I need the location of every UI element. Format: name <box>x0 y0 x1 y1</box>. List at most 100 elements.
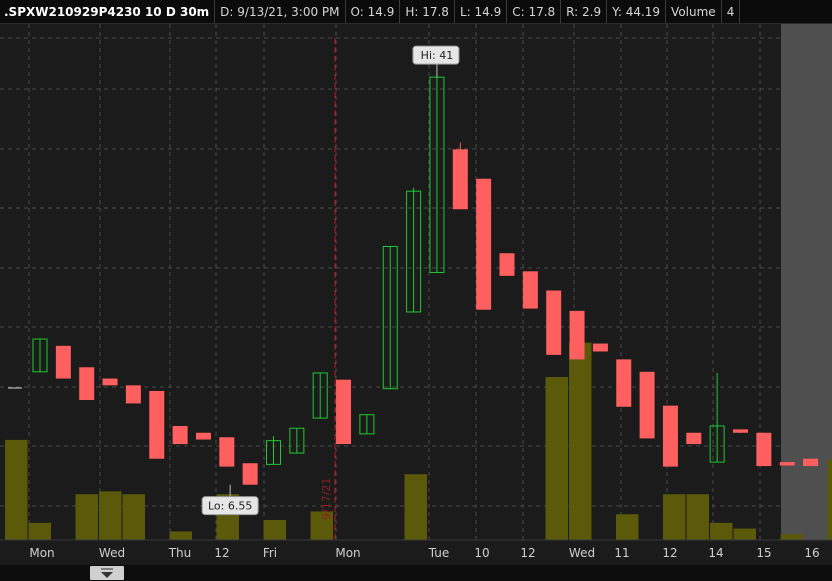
candle-down[interactable] <box>55 345 71 379</box>
volume-bar <box>75 494 98 540</box>
x-axis-tick-label: 14 <box>708 546 723 560</box>
candle-body <box>733 429 748 433</box>
candle-down[interactable] <box>336 379 352 445</box>
candle-down[interactable] <box>452 142 468 210</box>
candle-down[interactable] <box>476 178 492 310</box>
volume-bar <box>827 459 832 540</box>
volume-bar <box>710 522 733 540</box>
candle-down[interactable] <box>569 310 585 360</box>
candle-down[interactable] <box>125 385 141 404</box>
candle-body <box>779 462 795 466</box>
candle-down[interactable] <box>779 462 795 466</box>
high-label: Hi: 41 <box>421 49 454 62</box>
candle-body <box>55 345 71 379</box>
candle-body <box>499 253 515 276</box>
chart-area[interactable]: 9/17/21 Hi: 41 Lo: 6.55 Mon Wed Thu 12 Fri Mon T… <box>0 24 832 581</box>
open-readout: O: 14.9 <box>346 0 401 23</box>
candle-down[interactable] <box>195 432 211 440</box>
candle-down[interactable] <box>662 405 678 467</box>
x-axis-tick-label: Mon <box>335 546 360 560</box>
volume-bar <box>780 534 803 540</box>
candle-body <box>639 371 655 439</box>
candle-down[interactable] <box>639 371 655 439</box>
x-axis-tick-label: 16 <box>804 546 819 560</box>
candle-body <box>242 463 258 485</box>
candle-body <box>522 271 538 309</box>
volume-bar <box>263 519 286 540</box>
volume-bar <box>5 439 28 540</box>
candle-down[interactable] <box>803 458 819 467</box>
low-readout: L: 14.9 <box>455 0 508 23</box>
volume-bar <box>686 494 709 540</box>
y-readout: Y: 44.19 <box>607 0 667 23</box>
candle-body <box>452 149 468 210</box>
volume-bar <box>28 522 51 540</box>
session-date-label: 9/17/21 <box>320 478 333 520</box>
price-chart[interactable]: 9/17/21 Hi: 41 Lo: 6.55 Mon Wed Thu 12 Fri Mon T… <box>0 24 832 581</box>
candle-down[interactable] <box>219 437 235 467</box>
volume-bar <box>404 474 427 540</box>
volume-bar <box>569 342 592 540</box>
low-label: Lo: 6.55 <box>208 500 252 513</box>
candle-down[interactable] <box>102 378 118 386</box>
candle-down[interactable] <box>79 367 95 401</box>
x-axis-tick-label: Wed <box>99 546 125 560</box>
candle-down[interactable] <box>242 463 258 485</box>
candle-body <box>195 432 211 440</box>
candle-body <box>219 437 235 467</box>
symbol-label[interactable]: .SPXW210929P4230 10 D 30m <box>0 0 216 23</box>
x-axis-tick-label: Tue <box>428 546 450 560</box>
candle-body <box>79 367 95 401</box>
candle-body <box>662 405 678 467</box>
x-axis-tick-label: 12 <box>662 546 677 560</box>
header-bar: .SPXW210929P4230 10 D 30m D: 9/13/21, 3:… <box>0 0 832 24</box>
scrollbar-track[interactable] <box>0 565 832 581</box>
volume-bar <box>663 494 686 540</box>
x-axis-tick-label: 12 <box>520 546 535 560</box>
range-readout: R: 2.9 <box>561 0 608 23</box>
candle-body <box>756 432 772 467</box>
candle-body <box>592 343 608 352</box>
candle-body <box>803 458 819 467</box>
candle-down[interactable] <box>756 432 772 467</box>
study-label[interactable]: Volume <box>666 0 722 23</box>
candle-body <box>686 432 702 445</box>
candle-body <box>336 379 352 445</box>
volume-bar <box>122 494 145 540</box>
candle-body <box>569 310 585 360</box>
x-axis-tick-label: 15 <box>756 546 771 560</box>
volume-bar <box>545 376 568 540</box>
candle-down[interactable] <box>616 359 632 407</box>
candle-down[interactable] <box>733 429 748 433</box>
candle-body <box>125 385 141 404</box>
volume-bar <box>99 491 122 540</box>
candle-down[interactable] <box>149 390 165 459</box>
x-axis-tick-label: Fri <box>263 546 277 560</box>
volume-bar <box>616 514 639 540</box>
x-axis-tick-label: Wed <box>569 546 595 560</box>
candle-down[interactable] <box>546 290 562 355</box>
candle-body <box>172 425 188 445</box>
x-axis-tick-label: Thu <box>168 546 192 560</box>
candle-body <box>149 390 165 459</box>
candle-body <box>546 290 562 355</box>
volume-bar <box>733 528 756 540</box>
candle-down[interactable] <box>499 253 515 276</box>
scroll-handle-icon[interactable] <box>90 566 124 580</box>
close-readout: C: 17.8 <box>507 0 562 23</box>
candle-body <box>476 178 492 310</box>
date-readout: D: 9/13/21, 3:00 PM <box>215 0 346 23</box>
study-value: 4 <box>722 0 741 23</box>
x-axis-tick-label: 10 <box>474 546 489 560</box>
candle-body <box>616 359 632 407</box>
candle-down[interactable] <box>522 271 538 309</box>
x-axis-tick-label: 12 <box>214 546 229 560</box>
high-readout: H: 17.8 <box>400 0 455 23</box>
x-axis-tick-label: 11 <box>614 546 629 560</box>
candle-down[interactable] <box>592 343 608 352</box>
candle-body <box>102 378 118 386</box>
candle-down[interactable] <box>172 425 188 445</box>
candle-down[interactable] <box>686 432 702 445</box>
volume-bar <box>169 531 192 540</box>
x-axis-tick-label: Mon <box>29 546 54 560</box>
